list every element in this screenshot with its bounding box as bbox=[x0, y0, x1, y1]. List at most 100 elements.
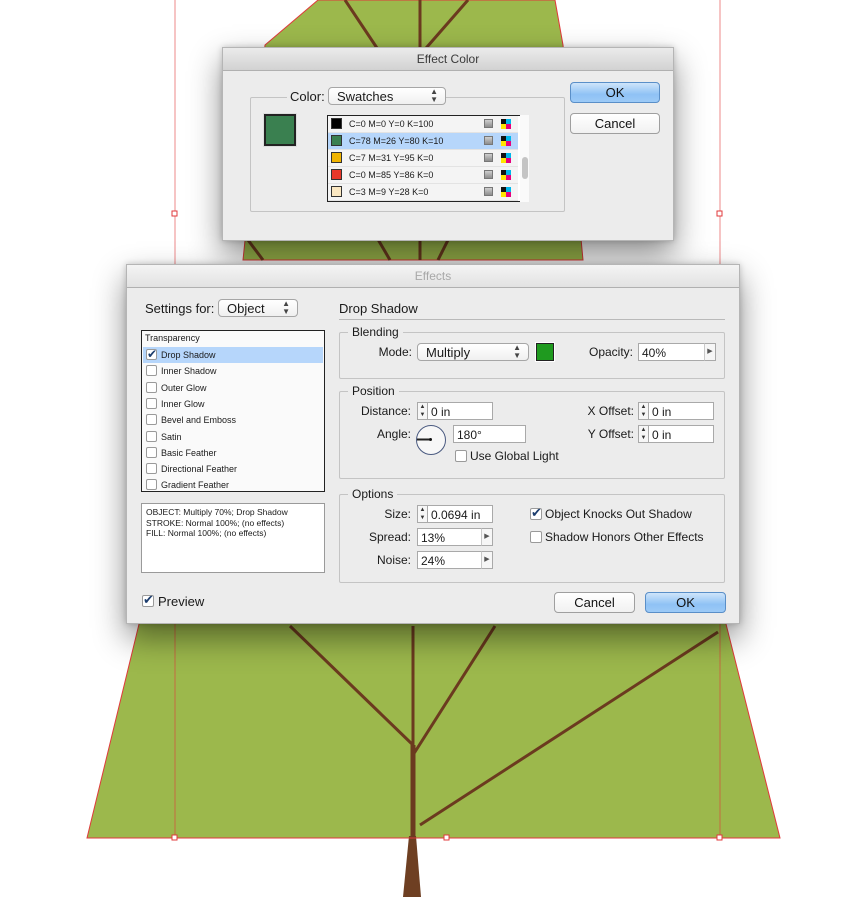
swatch-row[interactable]: C=3 M=9 Y=28 K=0 bbox=[328, 184, 518, 201]
effect-checkbox[interactable] bbox=[146, 397, 157, 409]
effect-item[interactable]: Bevel and Emboss bbox=[143, 412, 323, 428]
spread-menu-arrow[interactable]: ▶ bbox=[481, 528, 493, 546]
effect-checkbox[interactable] bbox=[146, 414, 157, 426]
effect-item[interactable]: Directional Feather bbox=[143, 461, 323, 477]
process-color-icon bbox=[484, 136, 493, 145]
selection-handle[interactable] bbox=[443, 834, 450, 841]
effect-label: Inner Glow bbox=[161, 398, 205, 409]
position-group-label: Position bbox=[348, 384, 399, 398]
color-label: Color: bbox=[287, 89, 328, 104]
y-offset-stepper[interactable]: ▲ ▼ bbox=[638, 425, 649, 443]
process-color-icon bbox=[484, 187, 493, 196]
effects-cancel-button[interactable]: Cancel bbox=[554, 592, 635, 613]
effect-checkbox[interactable] bbox=[146, 365, 157, 377]
cmyk-mode-icon bbox=[501, 187, 511, 197]
effect-label: Directional Feather bbox=[161, 464, 238, 475]
swatch-chip bbox=[331, 186, 342, 197]
effects-summary: OBJECT: Multiply 70%; Drop Shadow STROKE:… bbox=[141, 503, 325, 573]
effect-item[interactable]: Outer Glow bbox=[143, 380, 323, 396]
noise-menu-arrow[interactable]: ▶ bbox=[481, 551, 493, 569]
angle-field[interactable]: 180° bbox=[453, 425, 526, 443]
distance-field[interactable]: 0 in bbox=[428, 402, 493, 420]
summary-line: STROKE: Normal 100%; (no effects) bbox=[146, 517, 285, 528]
effects-dialog: Effects Settings for: Object ▲ ▼ Transpar… bbox=[126, 264, 740, 624]
swatch-name: C=0 M=85 Y=86 K=0 bbox=[349, 170, 434, 180]
updown-arrows-icon: ▲ ▼ bbox=[513, 343, 521, 360]
knocks-out-shadow-checkbox[interactable] bbox=[530, 505, 542, 521]
angle-dial[interactable] bbox=[416, 425, 446, 455]
use-global-light-label: Use Global Light bbox=[470, 449, 559, 463]
swatch-chip bbox=[331, 118, 342, 129]
effect-item[interactable]: Inner Shadow bbox=[143, 363, 323, 379]
swatch-list[interactable]: C=0 M=0 Y=0 K=100 C=78 M=26 Y=80 K=10 C=7 … bbox=[327, 115, 521, 202]
swatch-row[interactable]: C=0 M=0 Y=0 K=100 bbox=[328, 116, 518, 133]
options-group-label: Options bbox=[348, 487, 398, 501]
color-source-select[interactable]: Swatches ▲ ▼ bbox=[328, 87, 446, 105]
knocks-out-shadow-label: Object Knocks Out Shadow bbox=[545, 507, 692, 521]
process-color-icon bbox=[484, 119, 493, 128]
shadow-color-swatch[interactable] bbox=[535, 342, 555, 362]
selection-handle[interactable] bbox=[171, 834, 178, 841]
honors-other-effects-label: Shadow Honors Other Effects bbox=[545, 530, 704, 544]
use-global-light-checkbox[interactable] bbox=[455, 450, 467, 462]
noise-label: Noise: bbox=[376, 553, 411, 567]
y-offset-field[interactable]: 0 in bbox=[649, 425, 714, 443]
opacity-field[interactable]: 40% bbox=[638, 343, 705, 361]
selection-handle[interactable] bbox=[716, 210, 723, 217]
effect-checkbox[interactable] bbox=[146, 479, 157, 491]
distance-stepper[interactable]: ▲ ▼ bbox=[417, 402, 428, 420]
spread-field[interactable]: 13% bbox=[417, 528, 482, 546]
effect-label: Satin bbox=[161, 431, 182, 442]
cmyk-mode-icon bbox=[501, 136, 511, 146]
angle-dial-center bbox=[429, 438, 432, 441]
selection-handle[interactable] bbox=[716, 834, 723, 841]
angle-label: Angle: bbox=[376, 427, 411, 441]
effect-item[interactable]: Drop Shadow bbox=[143, 346, 323, 363]
swatch-row[interactable]: C=0 M=85 Y=86 K=0 bbox=[328, 167, 518, 184]
settings-for-select[interactable]: Object ▲ ▼ bbox=[218, 299, 298, 317]
effect-checkbox[interactable] bbox=[146, 346, 157, 362]
effect-label: Inner Shadow bbox=[161, 366, 217, 377]
effect-label: Drop Shadow bbox=[161, 350, 216, 360]
tree-trunk bbox=[403, 836, 421, 897]
effect-item[interactable]: Gradient Feather bbox=[143, 477, 323, 493]
effect-checkbox[interactable] bbox=[146, 381, 157, 393]
size-field[interactable]: 0.0694 in bbox=[428, 505, 493, 523]
cmyk-mode-icon bbox=[501, 153, 511, 163]
scrollbar-thumb[interactable] bbox=[522, 157, 528, 179]
process-color-icon bbox=[484, 153, 493, 162]
effect-item[interactable]: Inner Glow bbox=[143, 396, 323, 412]
effect-checkbox[interactable] bbox=[146, 430, 157, 442]
swatch-name: C=78 M=26 Y=80 K=10 bbox=[349, 136, 444, 146]
effect-item[interactable]: Satin bbox=[143, 429, 323, 445]
effect-checkbox[interactable] bbox=[146, 463, 157, 475]
size-stepper[interactable]: ▲ ▼ bbox=[417, 505, 428, 523]
color-source-value: Swatches bbox=[337, 89, 394, 104]
cmyk-mode-icon bbox=[501, 170, 511, 180]
effects-ok-button[interactable]: OK bbox=[645, 592, 726, 613]
blend-mode-select[interactable]: Multiply ▲ ▼ bbox=[417, 343, 529, 361]
effects-title: Effects bbox=[127, 265, 739, 288]
preview-checkbox[interactable] bbox=[142, 592, 154, 608]
opacity-label: Opacity: bbox=[588, 345, 633, 359]
mode-label: Mode: bbox=[378, 345, 412, 359]
swatch-name: C=0 M=0 Y=0 K=100 bbox=[349, 119, 434, 129]
updown-arrows-icon: ▲ ▼ bbox=[282, 299, 290, 316]
opacity-menu-arrow[interactable]: ▶ bbox=[704, 343, 716, 361]
x-offset-stepper[interactable]: ▲ ▼ bbox=[638, 402, 649, 420]
effect-label: Gradient Feather bbox=[161, 480, 230, 491]
noise-field[interactable]: 24% bbox=[417, 551, 482, 569]
swatch-row[interactable]: C=78 M=26 Y=80 K=10 bbox=[328, 133, 518, 150]
honors-other-effects-checkbox[interactable] bbox=[530, 531, 542, 543]
effect-color-ok-button[interactable]: OK bbox=[570, 82, 660, 103]
selection-handle[interactable] bbox=[171, 210, 178, 217]
swatch-row[interactable]: C=7 M=31 Y=95 K=0 bbox=[328, 150, 518, 167]
effect-item[interactable]: Basic Feather bbox=[143, 445, 323, 461]
effect-checkbox[interactable] bbox=[146, 446, 157, 458]
swatch-chip bbox=[331, 135, 342, 146]
x-offset-field[interactable]: 0 in bbox=[649, 402, 714, 420]
distance-label: Distance: bbox=[360, 404, 411, 418]
x-offset-label: X Offset: bbox=[587, 404, 634, 418]
effect-color-cancel-button[interactable]: Cancel bbox=[570, 113, 660, 134]
swatch-list-scrollbar[interactable] bbox=[520, 115, 529, 202]
